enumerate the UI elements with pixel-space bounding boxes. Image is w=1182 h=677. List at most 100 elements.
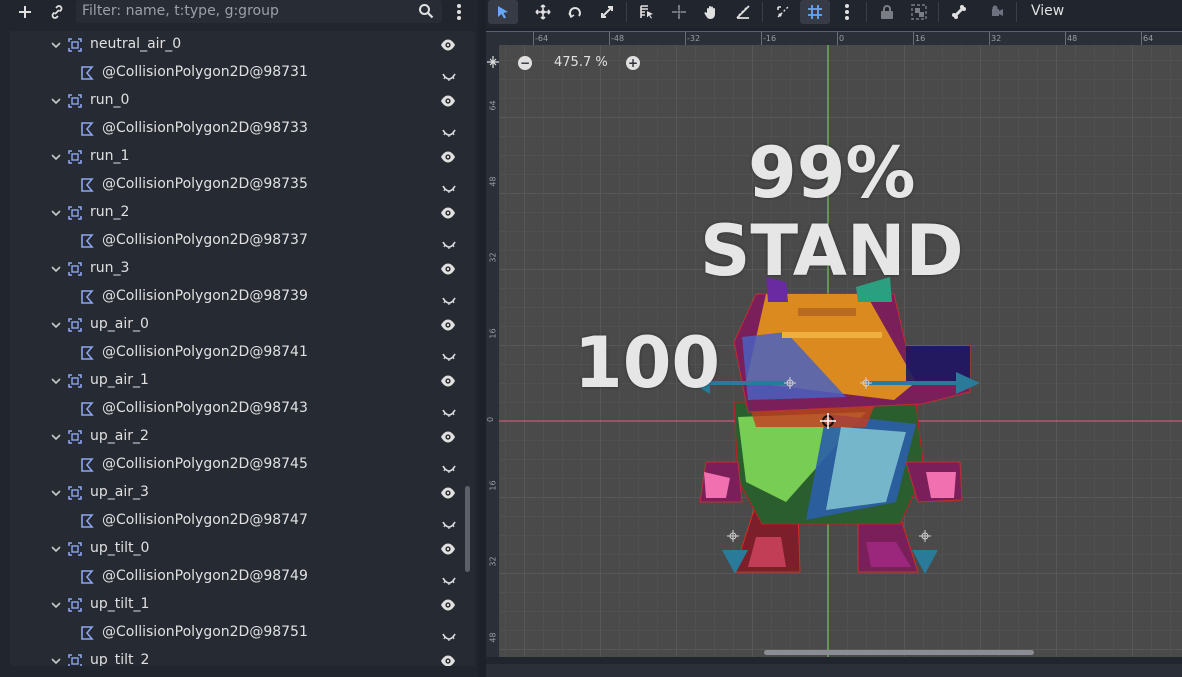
viewport-hscrollbar[interactable] <box>764 650 1034 655</box>
tree-item-polygon[interactable]: @CollisionPolygon2D@98733 <box>10 115 462 143</box>
ruler-left-label: 0 <box>486 416 496 423</box>
tree-item-area[interactable]: up_air_1 <box>10 367 462 395</box>
tree-item-polygon[interactable]: @CollisionPolygon2D@98739 <box>10 283 462 311</box>
smart-snap-button[interactable] <box>768 0 798 24</box>
ruler-left-label: 16 <box>488 328 498 339</box>
scale-mode-button[interactable] <box>592 0 622 24</box>
rotate-mode-button[interactable] <box>560 0 590 24</box>
chevron-down-icon[interactable] <box>50 207 62 219</box>
dock-splitter[interactable] <box>478 0 486 677</box>
chevron-down-icon[interactable] <box>50 543 62 555</box>
tree-item-polygon[interactable]: @CollisionPolygon2D@98747 <box>10 507 462 535</box>
skeleton-button[interactable] <box>944 0 974 24</box>
scale-icon <box>601 6 613 18</box>
tree-item-area[interactable]: up_tilt_2 <box>10 647 462 666</box>
chevron-down-icon[interactable] <box>50 375 62 387</box>
lock-button[interactable] <box>872 0 902 24</box>
closed-eye-icon[interactable] <box>442 577 456 585</box>
tree-item-polygon[interactable]: @CollisionPolygon2D@98731 <box>10 59 462 87</box>
tree-item-polygon[interactable]: @CollisionPolygon2D@98741 <box>10 339 462 367</box>
tree-item-area[interactable]: neutral_air_0 <box>10 31 462 59</box>
eye-icon[interactable] <box>440 598 456 612</box>
tree-item-area[interactable]: up_air_2 <box>10 423 462 451</box>
tree-item-polygon[interactable]: @CollisionPolygon2D@98745 <box>10 451 462 479</box>
closed-eye-icon[interactable] <box>442 353 456 361</box>
ruler-mode-button[interactable] <box>728 0 758 24</box>
tree-item-polygon[interactable]: @CollisionPolygon2D@98749 <box>10 563 462 591</box>
tree-item-area[interactable]: up_tilt_0 <box>10 535 462 563</box>
closed-eye-icon[interactable] <box>442 297 456 305</box>
eye-icon[interactable] <box>440 318 456 332</box>
eye-icon[interactable] <box>440 542 456 556</box>
camera-override-button[interactable] <box>982 0 1012 24</box>
eye-icon[interactable] <box>440 262 456 276</box>
eye-icon[interactable] <box>440 654 456 666</box>
eye-icon[interactable] <box>440 94 456 108</box>
chevron-down-icon[interactable] <box>50 151 62 163</box>
grid-snap-button[interactable] <box>800 0 830 24</box>
area2d-icon <box>68 598 82 612</box>
eye-icon[interactable] <box>440 206 456 220</box>
closed-eye-icon[interactable] <box>442 465 456 473</box>
eye-icon[interactable] <box>440 430 456 444</box>
chevron-down-icon[interactable] <box>50 319 62 331</box>
pivot-mode-button[interactable] <box>664 0 694 24</box>
tree-item-polygon[interactable]: @CollisionPolygon2D@98737 <box>10 227 462 255</box>
eye-icon[interactable] <box>440 374 456 388</box>
tree-item-area[interactable]: run_0 <box>10 87 462 115</box>
tree-item-area[interactable]: run_2 <box>10 199 462 227</box>
eye-icon[interactable] <box>440 150 456 164</box>
closed-eye-icon[interactable] <box>442 241 456 249</box>
snap-options-button[interactable] <box>832 0 862 24</box>
closed-eye-icon[interactable] <box>442 521 456 529</box>
tree-item-area[interactable]: run_1 <box>10 143 462 171</box>
tree-item-label: @CollisionPolygon2D@98731 <box>102 64 308 80</box>
zoom-in-button[interactable]: + <box>626 56 640 70</box>
area2d-icon <box>68 38 82 52</box>
tree-item-polygon[interactable]: @CollisionPolygon2D@98743 <box>10 395 462 423</box>
ruler-left-label: 48 <box>488 176 498 187</box>
closed-eye-icon[interactable] <box>442 73 456 81</box>
eye-icon[interactable] <box>440 38 456 52</box>
instance-scene-button[interactable] <box>44 0 70 24</box>
chevron-down-icon[interactable] <box>50 655 62 666</box>
ruler-top[interactable]: -64 -48 -32 -16 0 16 32 48 64 <box>486 32 1182 45</box>
center-view-button[interactable] <box>486 55 500 69</box>
toolbar-separator <box>626 2 627 22</box>
closed-eye-icon[interactable] <box>442 129 456 137</box>
plus-icon: + <box>627 56 639 70</box>
group-button[interactable] <box>904 0 934 24</box>
zoom-out-button[interactable]: − <box>518 56 532 70</box>
closed-eye-icon[interactable] <box>442 185 456 193</box>
tree-item-polygon[interactable]: @CollisionPolygon2D@98735 <box>10 171 462 199</box>
pan-mode-button[interactable] <box>696 0 726 24</box>
ruler-left[interactable]: 64 48 32 16 0 16 32 48 <box>486 32 499 658</box>
chevron-down-icon[interactable] <box>50 431 62 443</box>
chevron-down-icon[interactable] <box>50 263 62 275</box>
chevron-down-icon[interactable] <box>50 599 62 611</box>
move-mode-button[interactable] <box>528 0 558 24</box>
tree-item-polygon[interactable]: @CollisionPolygon2D@98751 <box>10 619 462 647</box>
eye-icon[interactable] <box>440 486 456 500</box>
filter-input[interactable]: Filter: name, t:type, g:group <box>76 0 442 23</box>
chevron-down-icon[interactable] <box>50 487 62 499</box>
closed-eye-icon[interactable] <box>442 633 456 641</box>
tree-item-area[interactable]: up_air_3 <box>10 479 462 507</box>
move-icon <box>535 4 551 20</box>
chevron-down-icon[interactable] <box>50 95 62 107</box>
tree-item-area[interactable]: run_3 <box>10 255 462 283</box>
tree-scrollbar-thumb[interactable] <box>465 486 470 572</box>
closed-eye-icon[interactable] <box>442 409 456 417</box>
add-node-button[interactable] <box>12 0 38 24</box>
chevron-down-icon[interactable] <box>50 39 62 51</box>
tree-item-area[interactable]: up_air_0 <box>10 311 462 339</box>
zoom-level[interactable]: 475.7 % <box>554 55 608 70</box>
tree-item-area[interactable]: up_tilt_1 <box>10 591 462 619</box>
area2d-icon <box>68 150 82 164</box>
list-select-button[interactable] <box>632 0 662 24</box>
scene-options-button[interactable] <box>446 0 472 24</box>
canvas-viewport[interactable]: 99% STAND 100 -64 -48 -32 -16 0 16 32 48 64 64 48… <box>486 31 1182 658</box>
tree-item-label: @CollisionPolygon2D@98737 <box>102 232 308 248</box>
select-mode-button[interactable] <box>488 0 518 24</box>
view-menu[interactable]: View <box>1031 3 1064 19</box>
